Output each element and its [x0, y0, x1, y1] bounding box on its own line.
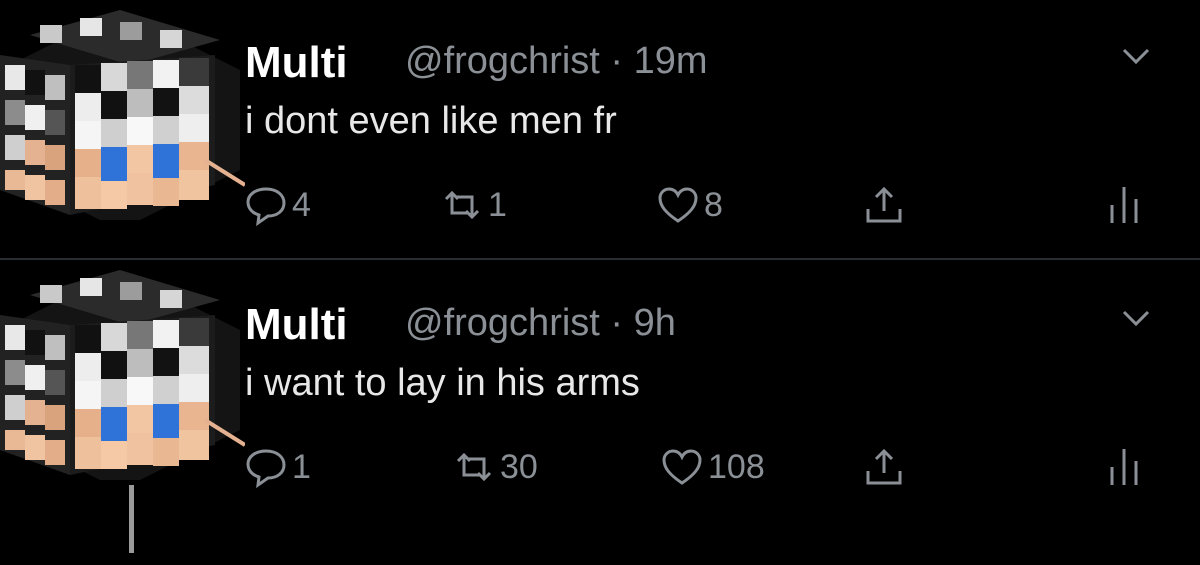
- handle-timestamp[interactable]: @frogchrist · 19m: [405, 40, 708, 83]
- share-icon: [866, 186, 902, 223]
- retweet-button[interactable]: 30: [452, 437, 538, 497]
- heart-icon: [658, 187, 698, 223]
- share-button[interactable]: [862, 175, 906, 235]
- tweet-text: i want to lay in his arms: [245, 362, 640, 404]
- retweet-icon: [456, 452, 492, 482]
- reply-button[interactable]: 4: [244, 175, 311, 235]
- like-count: 108: [708, 447, 765, 486]
- analytics-button[interactable]: [1104, 175, 1148, 235]
- like-button[interactable]: 8: [656, 175, 723, 235]
- action-bar: 1 30 108: [0, 437, 1200, 497]
- retweet-button[interactable]: 1: [440, 175, 507, 235]
- tweet-text: i dont even like men fr: [245, 100, 617, 142]
- retweet-icon: [444, 190, 480, 220]
- reply-icon: [246, 449, 286, 489]
- share-button[interactable]: [862, 437, 906, 497]
- thread-line: [129, 485, 134, 553]
- divider: [0, 258, 1200, 260]
- reply-count: 1: [292, 447, 311, 486]
- chevron-down-icon[interactable]: [1118, 304, 1154, 332]
- action-bar: 4 1 8: [0, 175, 1200, 235]
- display-name[interactable]: Multi: [245, 38, 348, 88]
- chevron-down-icon[interactable]: [1118, 42, 1154, 70]
- retweet-count: 1: [488, 185, 507, 224]
- handle-timestamp[interactable]: @frogchrist · 9h: [405, 302, 676, 345]
- display-name[interactable]: Multi: [245, 300, 348, 350]
- analytics-button[interactable]: [1104, 437, 1148, 497]
- like-count: 8: [704, 185, 723, 224]
- reply-count: 4: [292, 185, 311, 224]
- share-icon: [866, 448, 902, 485]
- heart-icon: [662, 449, 702, 485]
- tweet[interactable]: Multi @frogchrist · 19m i dont even like…: [0, 0, 1200, 258]
- analytics-icon: [1110, 449, 1138, 485]
- retweet-count: 30: [500, 447, 538, 486]
- reply-button[interactable]: 1: [244, 437, 311, 497]
- reply-icon: [246, 187, 286, 227]
- analytics-icon: [1110, 187, 1138, 223]
- tweet[interactable]: Multi @frogchrist · 9h i want to lay in …: [0, 262, 1200, 520]
- like-button[interactable]: 108: [660, 437, 765, 497]
